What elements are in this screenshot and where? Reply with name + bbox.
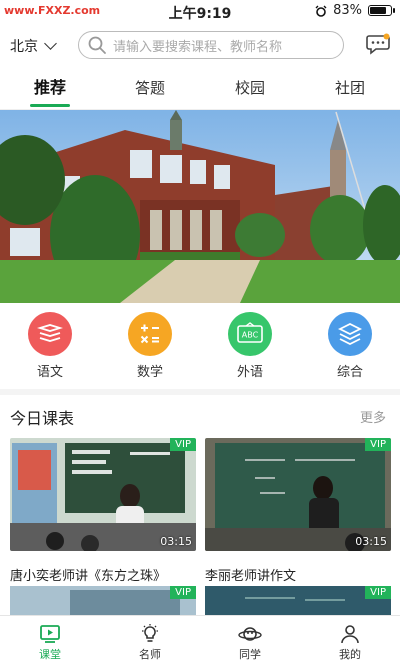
nav-label: 名师 — [139, 648, 161, 661]
search-icon — [88, 36, 106, 54]
search-input[interactable]: 请输入要搜索课程、教师名称 — [78, 31, 344, 59]
search-placeholder: 请输入要搜索课程、教师名称 — [113, 39, 283, 55]
battery-icon — [368, 5, 395, 16]
book-stack-icon — [28, 312, 72, 356]
math-operators-icon — [128, 312, 172, 356]
course-title: 唐小奕老师讲《东方之珠》 — [10, 569, 167, 584]
tab-campus[interactable]: 校园 — [200, 68, 300, 109]
lightbulb-icon — [142, 624, 158, 642]
tab-recommend[interactable]: 推荐 — [0, 68, 100, 109]
course-thumbnail: VIP 03:15 — [10, 438, 196, 551]
category-foreign-language[interactable]: ABC 外语 — [200, 303, 300, 389]
top-bar: 北京 请输入要搜索课程、教师名称 — [0, 22, 400, 68]
course-title: 李丽老师讲作文 — [205, 569, 297, 584]
course-thumbnail: VIP 03:15 — [205, 438, 391, 551]
category-label: 语文 — [36, 365, 63, 380]
bottom-navigation: 课堂 名师 同学 我的 — [0, 615, 400, 667]
tab-answer[interactable]: 答题 — [100, 68, 200, 109]
schedule-header: 今日课表 更多 — [0, 395, 400, 433]
course-list: VIP 03:15 唐小奕老师讲《东方之珠》 VIP 03:15 李丽老师讲作文… — [0, 433, 400, 616]
nav-teachers[interactable]: 名师 — [100, 616, 200, 667]
category-label: 综合 — [336, 365, 363, 380]
battery-percent: 83% — [333, 3, 362, 18]
category-chinese[interactable]: 语文 — [0, 303, 100, 389]
category-general[interactable]: 综合 — [300, 303, 400, 389]
nav-classroom[interactable]: 课堂 — [0, 616, 100, 667]
video-play-icon — [40, 625, 60, 643]
category-math[interactable]: 数学 — [100, 303, 200, 389]
duration-label: 03:15 — [160, 535, 192, 548]
vip-badge: VIP — [170, 438, 196, 451]
chevron-down-icon — [44, 37, 57, 50]
alarm-icon — [315, 5, 327, 17]
nav-label: 同学 — [239, 648, 261, 661]
category-label: 数学 — [136, 365, 163, 380]
course-card[interactable]: VIP 03:15 唐小奕老师讲《东方之珠》 — [10, 438, 196, 584]
city-label: 北京 — [10, 39, 38, 55]
user-icon — [341, 625, 359, 644]
status-bar: www.FXXZ.com 上午9:19 83% — [0, 0, 400, 22]
nav-classmates[interactable]: 同学 — [200, 616, 300, 667]
subject-categories: 语文 数学 ABC 外语 综合 — [0, 303, 400, 389]
course-thumbnail[interactable]: VIP — [10, 586, 196, 616]
nav-me[interactable]: 我的 — [300, 616, 400, 667]
more-link[interactable]: 更多 — [360, 407, 386, 426]
vip-badge: VIP — [365, 586, 391, 599]
layers-icon — [328, 312, 372, 356]
vip-badge: VIP — [365, 438, 391, 451]
vip-badge: VIP — [170, 586, 196, 599]
course-card[interactable]: VIP 03:15 李丽老师讲作文 — [205, 438, 391, 584]
schedule-title: 今日课表 — [10, 409, 75, 428]
category-label: 外语 — [236, 365, 263, 380]
banner-image[interactable] — [0, 110, 400, 303]
abc-board-icon: ABC — [228, 312, 272, 356]
message-icon[interactable] — [366, 33, 390, 55]
nav-label: 我的 — [339, 648, 361, 661]
course-thumbnail[interactable]: VIP — [205, 586, 391, 616]
planet-face-icon — [238, 627, 262, 641]
duration-label: 03:15 — [355, 535, 387, 548]
city-selector[interactable]: 北京 — [10, 36, 57, 56]
svg-text:ABC: ABC — [242, 331, 259, 340]
tab-club[interactable]: 社团 — [300, 68, 400, 109]
category-tabs: 推荐 答题 校园 社团 — [0, 68, 400, 110]
nav-label: 课堂 — [39, 648, 61, 661]
